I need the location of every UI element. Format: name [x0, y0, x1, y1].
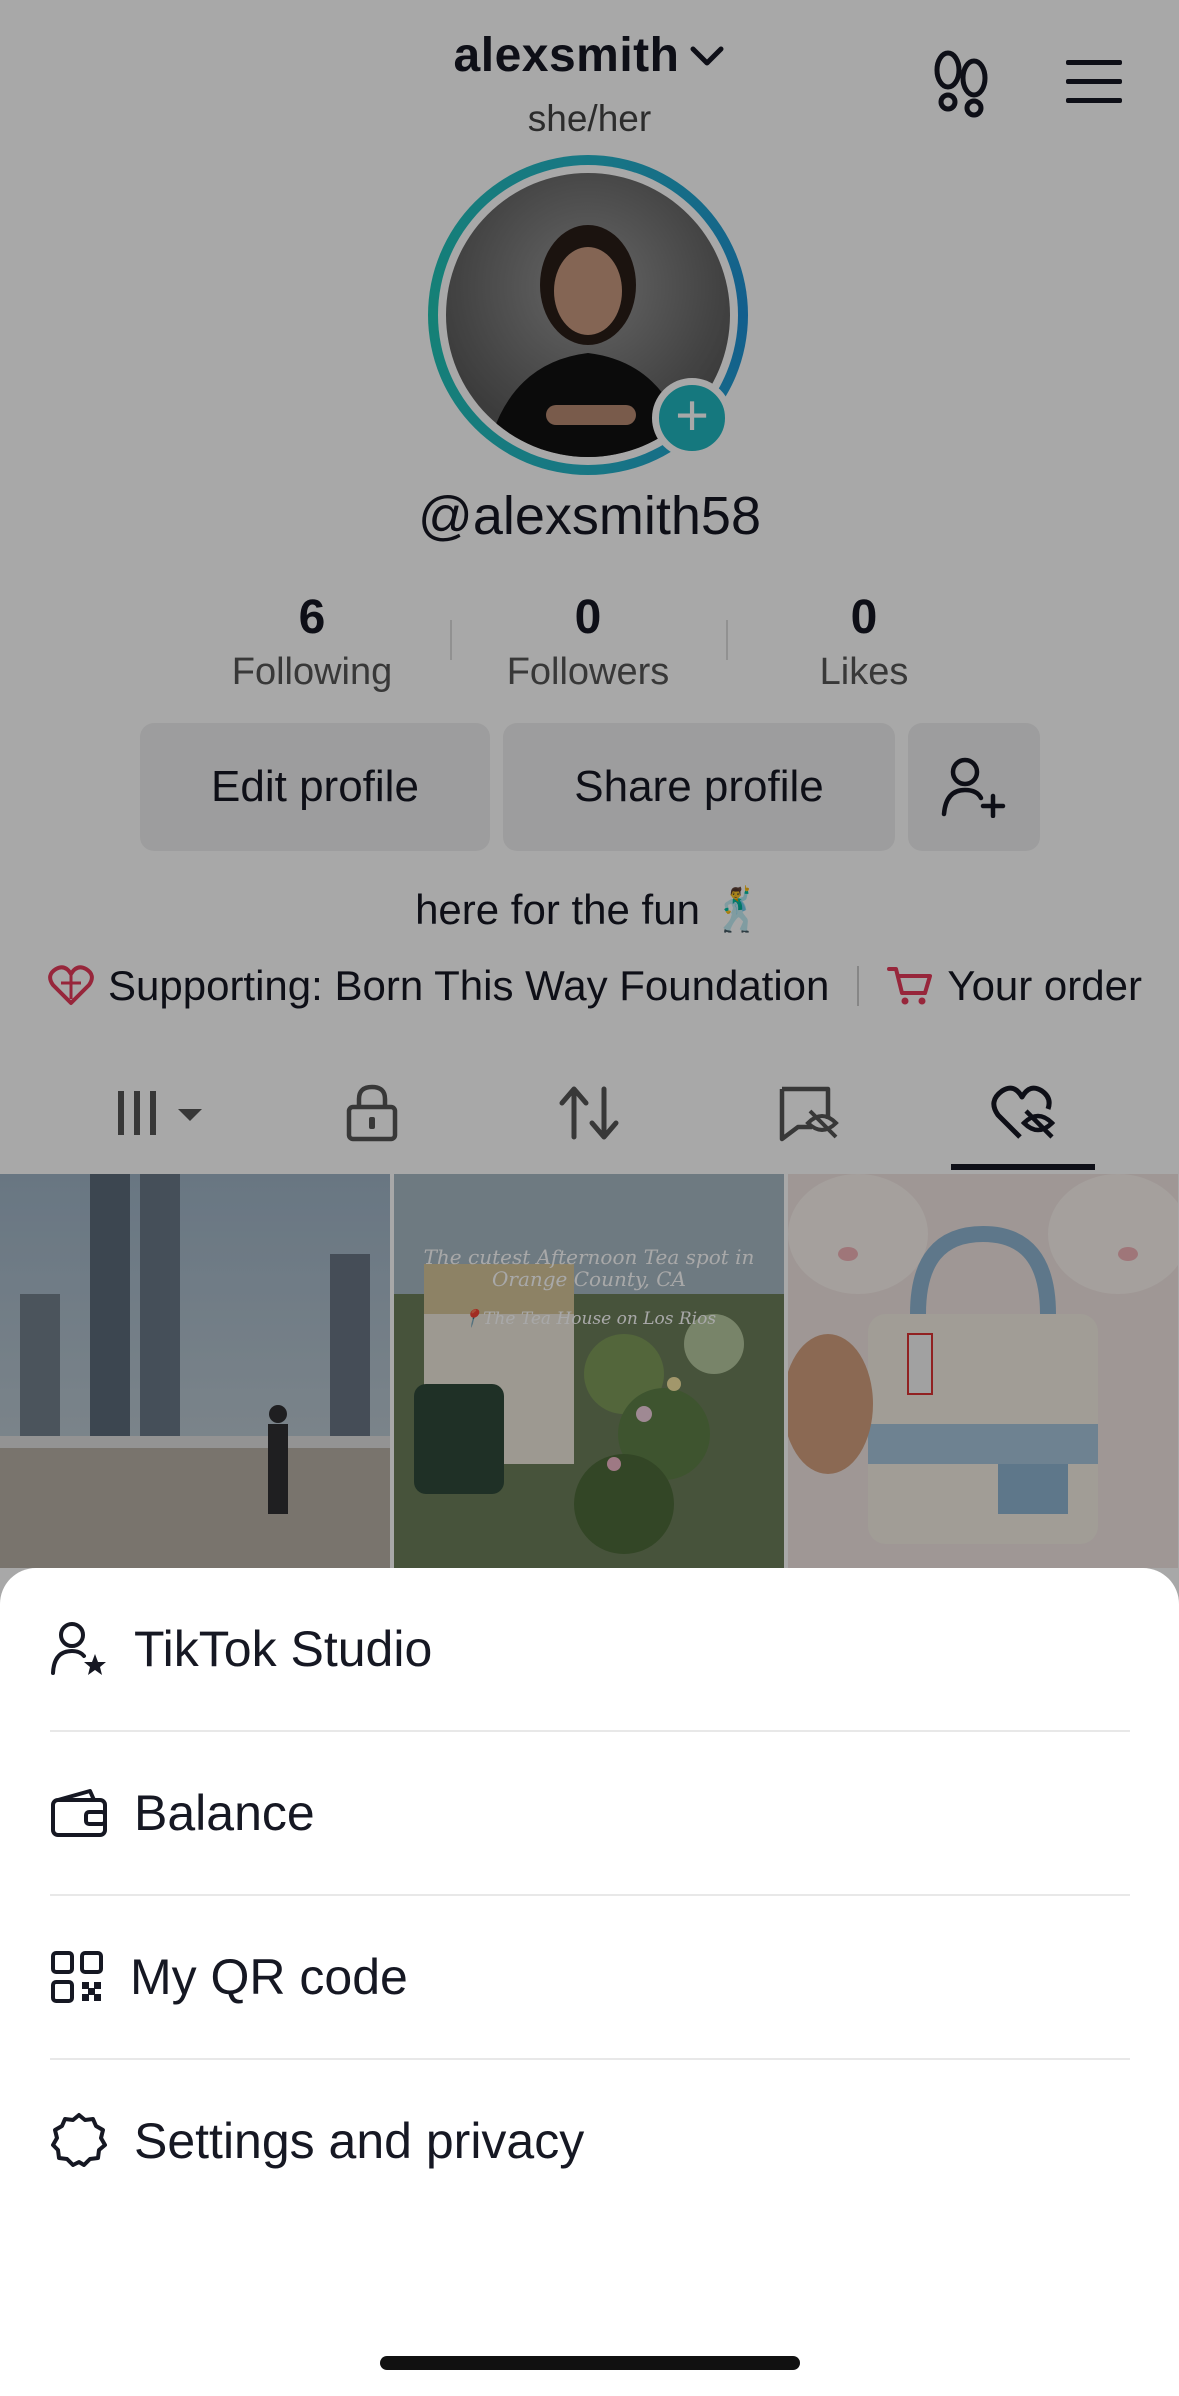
menu-item-qr-code[interactable]: My QR code — [50, 1896, 1130, 2060]
wallet-icon — [51, 1789, 107, 1837]
menu-item-label: Settings and privacy — [134, 2113, 585, 2169]
user-star-icon — [51, 1622, 106, 1675]
gear-icon — [51, 2113, 107, 2167]
menu-item-settings[interactable]: Settings and privacy — [50, 2060, 1130, 2222]
menu-item-label: Balance — [134, 1785, 315, 1841]
menu-item-label: TikTok Studio — [134, 1621, 433, 1677]
menu-item-tiktok-studio[interactable]: TikTok Studio — [50, 1568, 1130, 1732]
qr-code-icon — [51, 1951, 103, 2003]
profile-menu-sheet: TikTok Studio Balance My QR code Setting… — [0, 1568, 1179, 2396]
menu-item-balance[interactable]: Balance — [50, 1732, 1130, 1896]
home-indicator[interactable] — [380, 2356, 800, 2370]
menu-item-label: My QR code — [130, 1949, 408, 2005]
